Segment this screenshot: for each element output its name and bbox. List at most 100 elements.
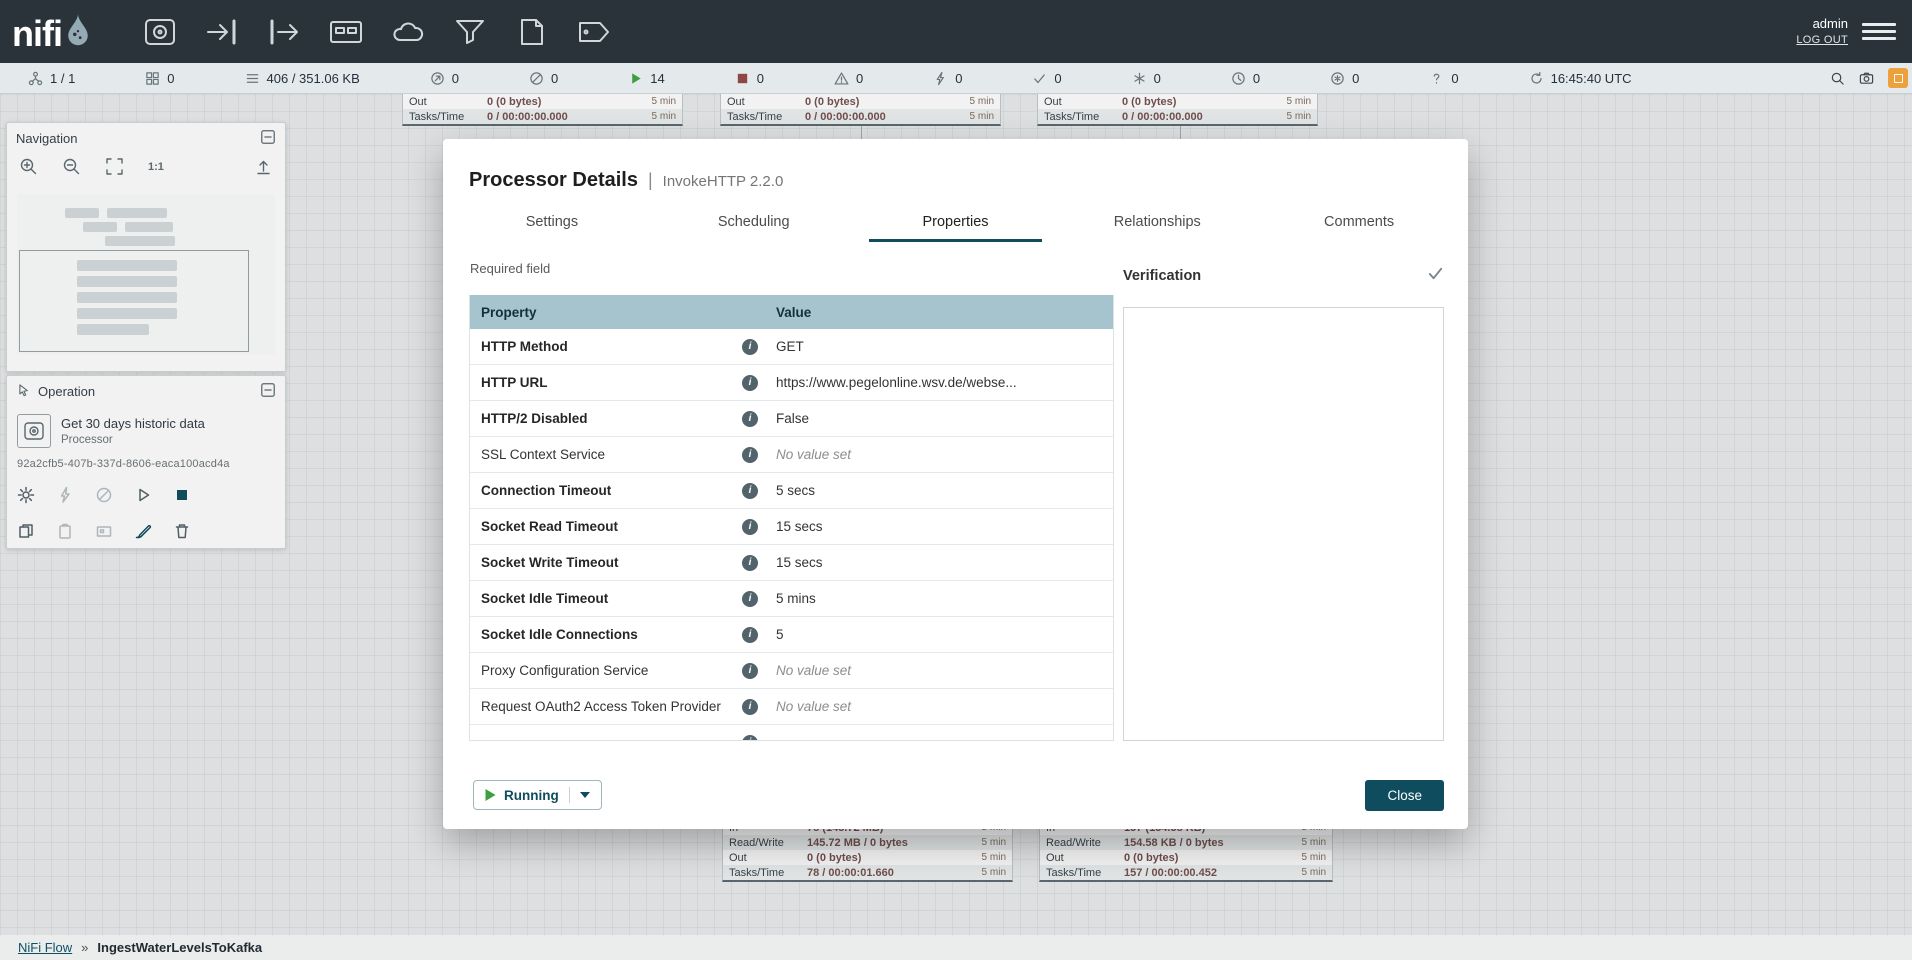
process-group-icon[interactable] — [323, 11, 369, 53]
property-name: Socket Read Timeout — [470, 519, 742, 534]
cluster-icon — [28, 71, 43, 86]
run-state-button[interactable]: Running — [473, 780, 602, 810]
property-name: Socket Idle Timeout — [470, 591, 742, 606]
search-icon[interactable] — [1830, 71, 1845, 86]
refresh-icon[interactable] — [1529, 71, 1544, 86]
status-transmitting: 0 — [430, 71, 459, 86]
info-icon[interactable]: i — [742, 663, 758, 679]
property-value: 5 — [776, 627, 1113, 642]
sync-failure-icon — [1429, 71, 1444, 86]
status-locally-modified: 0 — [1132, 71, 1161, 86]
property-name: Request OAuth2 Access Token Provider — [470, 699, 742, 714]
check-icon[interactable] — [1427, 265, 1444, 287]
property-value: False — [776, 411, 1113, 426]
status-queued: 406 / 351.06 KB — [245, 71, 360, 86]
info-icon[interactable]: i — [742, 519, 758, 535]
info-icon[interactable]: i — [742, 555, 758, 571]
tab-settings[interactable]: Settings — [451, 201, 653, 242]
not-transmitting-icon — [529, 71, 544, 86]
status-up-to-date: 0 — [1032, 71, 1061, 86]
tab-comments[interactable]: Comments — [1258, 201, 1460, 242]
status-count: 0 — [757, 71, 764, 86]
property-row: HTTP URLihttps://www.pegelonline.wsv.de/… — [470, 365, 1113, 401]
property-name: Connection Timeout — [470, 483, 742, 498]
property-name: Socket Write Timeout — [470, 555, 742, 570]
property-value: No value set — [776, 663, 1113, 678]
current-user: admin — [1796, 15, 1848, 33]
locally-modified-icon — [1132, 71, 1147, 86]
run-state-label: Running — [504, 788, 559, 803]
info-icon[interactable]: i — [742, 375, 758, 391]
locally-modified-stale-icon — [1330, 71, 1345, 86]
app-header: nifi admin LOG OUT — [0, 0, 1912, 63]
settings-button[interactable] — [1888, 68, 1908, 88]
property-value: https://www.pegelonline.wsv.de/webse... — [776, 375, 1113, 390]
capture-icon[interactable] — [1859, 71, 1874, 86]
label-icon[interactable] — [571, 11, 617, 53]
property-value: No value set — [776, 699, 1113, 714]
stopped-icon — [735, 71, 750, 86]
property-value: GET — [776, 339, 1113, 354]
info-icon[interactable]: i — [742, 627, 758, 643]
output-port-icon[interactable] — [261, 11, 307, 53]
template-icon[interactable] — [509, 11, 555, 53]
queue-icon — [245, 71, 260, 86]
nifi-drop-icon — [65, 12, 91, 51]
status-running: 14 — [628, 71, 664, 86]
status-invalid: 0 — [834, 71, 863, 86]
funnel-icon[interactable] — [447, 11, 493, 53]
column-header-value: Value — [776, 305, 1113, 320]
status-connected-nodes: 1 / 1 — [28, 71, 75, 86]
input-port-icon[interactable] — [199, 11, 245, 53]
global-menu-icon[interactable] — [1862, 17, 1896, 47]
logout-link[interactable]: LOG OUT — [1796, 33, 1848, 48]
status-count: 0 — [1352, 71, 1359, 86]
required-field-label: Required field — [470, 261, 550, 276]
status-active-threads: 0 — [145, 71, 174, 86]
status-not-transmitting: 0 — [529, 71, 558, 86]
component-toolbar — [137, 11, 617, 53]
column-header-property: Property — [470, 305, 776, 320]
info-icon[interactable]: i — [742, 447, 758, 463]
status-disabled: 0 — [933, 71, 962, 86]
divider — [569, 787, 570, 803]
running-icon — [628, 71, 643, 86]
status-bar: 1 / 1 0 406 / 351.06 KB 0 0 14 0 0 0 0 0 — [0, 63, 1912, 94]
status-stopped: 0 — [735, 71, 764, 86]
property-value: No value set — [776, 447, 1113, 462]
info-icon[interactable]: i — [742, 591, 758, 607]
tab-relationships[interactable]: Relationships — [1056, 201, 1258, 242]
tab-properties[interactable]: Properties — [855, 201, 1057, 242]
status-count: 0 — [452, 71, 459, 86]
up-to-date-icon — [1032, 71, 1047, 86]
last-refresh-time: 16:45:40 UTC — [1551, 71, 1632, 86]
processor-type-version: InvokeHTTP 2.2.0 — [663, 173, 784, 190]
nifi-logo-text: nifi — [12, 17, 62, 51]
processor-icon[interactable] — [137, 11, 183, 53]
status-count: 0 — [1154, 71, 1161, 86]
tab-scheduling[interactable]: Scheduling — [653, 201, 855, 242]
properties-table-header: Property Value — [470, 295, 1113, 329]
property-row-partial: i — [470, 725, 1113, 741]
user-area: admin LOG OUT — [1796, 15, 1848, 47]
info-icon[interactable]: i — [742, 411, 758, 427]
last-refresh: 16:45:40 UTC — [1529, 71, 1632, 86]
verification-header: Verification — [1123, 265, 1444, 287]
property-value: 15 secs — [776, 555, 1113, 570]
status-count: 0 — [955, 71, 962, 86]
property-row: Socket Read Timeouti15 secs — [470, 509, 1113, 545]
status-sync-failure: 0 — [1429, 71, 1458, 86]
close-button-label: Close — [1387, 788, 1422, 803]
close-button[interactable]: Close — [1365, 780, 1444, 811]
status-count: 0 — [856, 71, 863, 86]
info-icon[interactable]: i — [742, 483, 758, 499]
info-icon[interactable]: i — [742, 699, 758, 715]
status-count: 0 — [167, 71, 174, 86]
status-count: 406 / 351.06 KB — [267, 71, 360, 86]
verification-title: Verification — [1123, 268, 1201, 284]
info-icon[interactable]: i — [742, 339, 758, 355]
dialog-title-separator: | — [648, 170, 653, 191]
verification-results-panel — [1123, 307, 1444, 741]
status-count: 0 — [551, 71, 558, 86]
remote-process-group-icon[interactable] — [385, 11, 431, 53]
